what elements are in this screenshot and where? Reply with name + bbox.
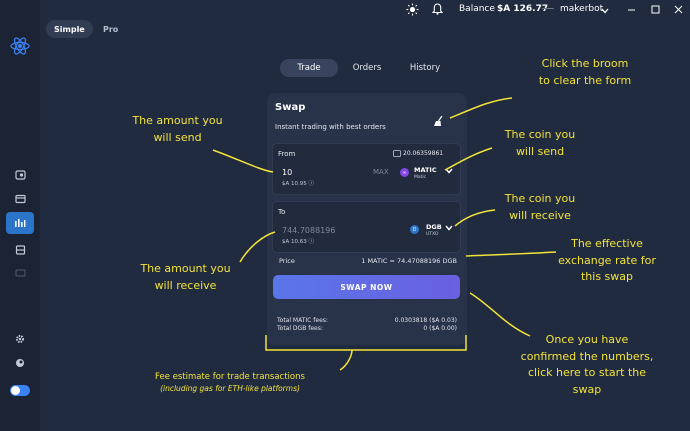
annotation-line: (including gas for ETH-like platforms) xyxy=(130,384,330,396)
annotation-line: The amount you xyxy=(140,262,231,275)
annotation-receive-amount: The amount you will receive xyxy=(128,261,243,294)
annotation-line: to clear the form xyxy=(538,73,632,87)
annotation-send-coin: The coin you will send xyxy=(490,127,590,160)
annotation-receive-coin: The coin you will receive xyxy=(490,191,590,224)
annotation-line: confirmed the numbers, xyxy=(520,349,654,363)
annotation-line: will receive xyxy=(154,278,217,292)
annotation-line: will send xyxy=(153,130,202,144)
annotation-broom: Click the broom to clear the form xyxy=(520,56,650,89)
annotation-send-amount: The amount you will send xyxy=(120,113,235,146)
annotation-line: this swap xyxy=(580,270,634,283)
annotation-line: swap xyxy=(572,382,602,396)
annotation-note: (including gas for ETH-like platforms) xyxy=(160,383,300,393)
annotation-line: Click the broom xyxy=(541,57,629,70)
annotation-fee-estimate: Fee estimate for trade transactions (inc… xyxy=(130,372,330,396)
annotation-line: Once you have xyxy=(545,333,629,346)
annotation-line: click here to start the xyxy=(527,366,647,379)
annotation-swap-now: Once you have confirmed the numbers, cli… xyxy=(512,332,662,398)
annotation-line: Fee estimate for trade transactions xyxy=(155,372,305,382)
annotation-line: The amount you xyxy=(132,114,223,127)
annotation-line: The coin you xyxy=(504,192,576,205)
annotation-exchange-rate: The effective exchange rate for this swa… xyxy=(552,236,662,286)
annotation-line: The coin you xyxy=(504,128,576,141)
annotation-line: exchange rate for xyxy=(558,253,656,267)
annotation-line: will send xyxy=(515,144,565,158)
annotation-line: The effective xyxy=(571,237,643,250)
annotation-line: will receive xyxy=(509,208,571,222)
